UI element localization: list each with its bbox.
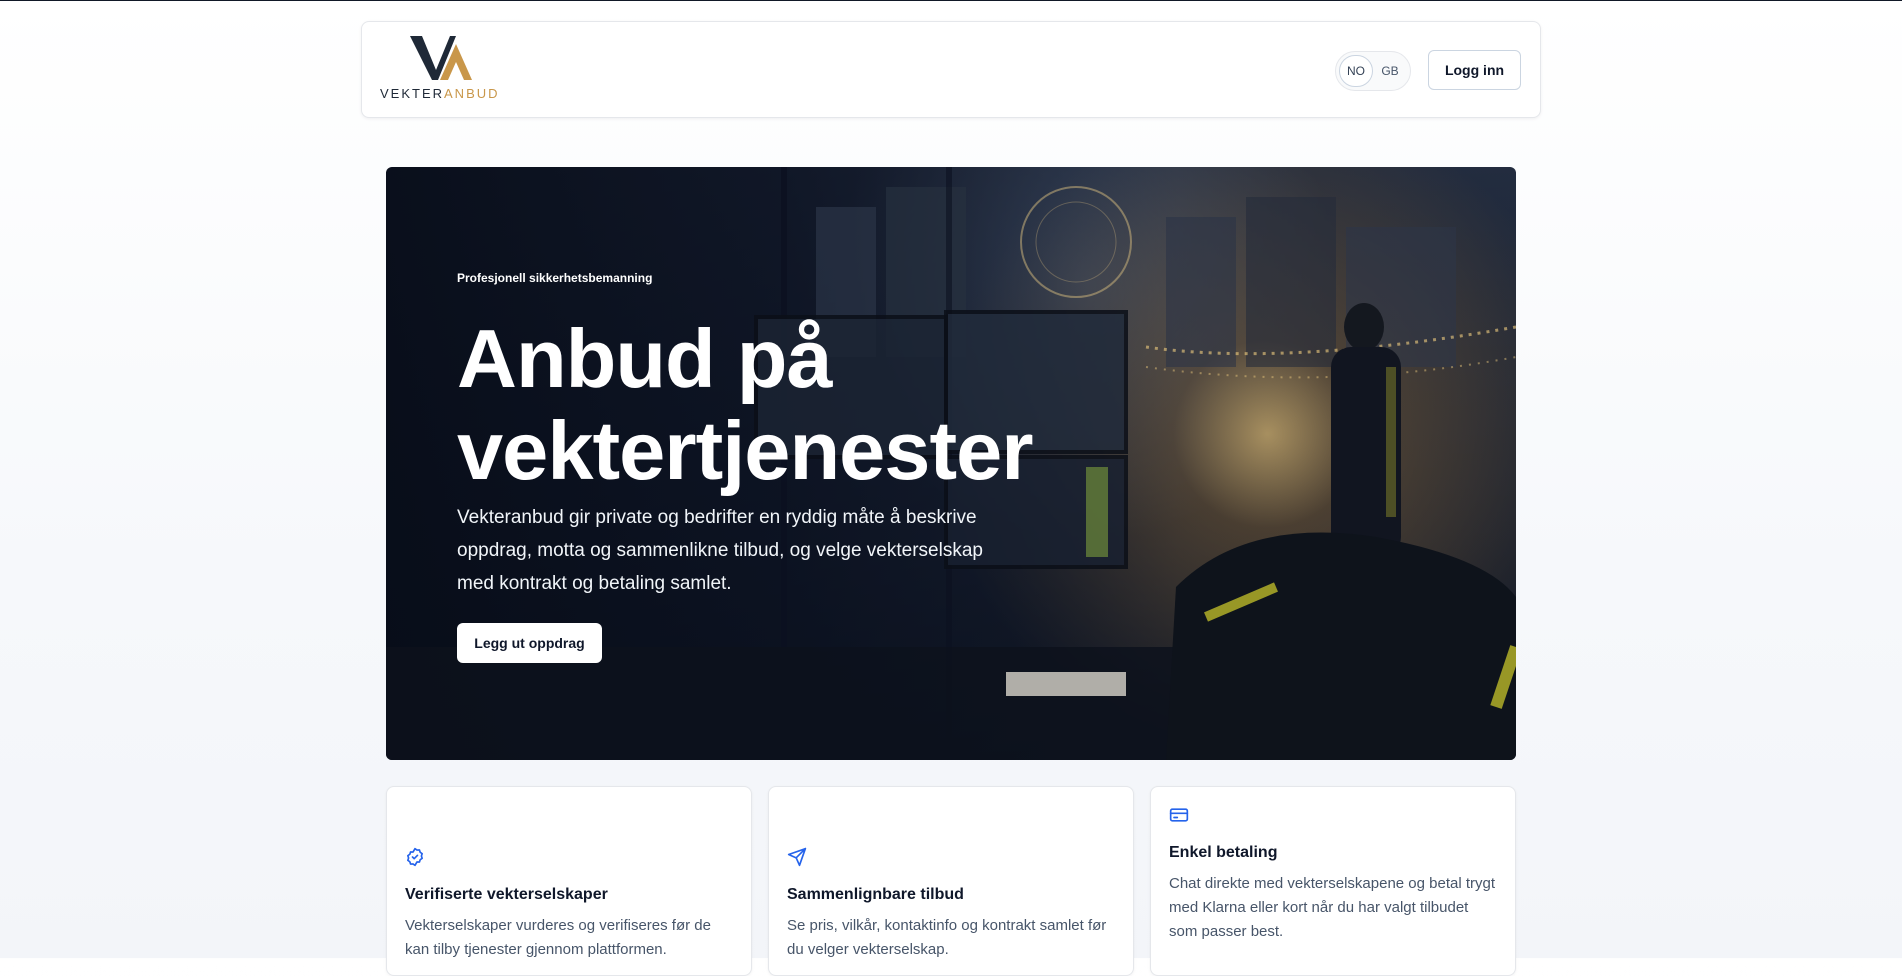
feature-text: Se pris, vilkår, kontaktinfo og kontrakt… [787, 917, 1107, 958]
feature-title: Verifiserte vekterselskaper [405, 886, 608, 903]
language-option-no[interactable]: NO [1339, 55, 1373, 87]
hero-banner: Profesjonell sikkerhetsbemanning Anbud p… [386, 167, 1516, 760]
badge-check-icon [407, 847, 423, 867]
send-icon [787, 847, 807, 867]
feature-text: Vekterselskaper vurderes og verifiseres … [405, 917, 711, 958]
feature-title: Sammenlignbare tilbud [787, 886, 964, 903]
top-border [0, 0, 1902, 1]
logo-mark-icon [410, 36, 472, 80]
logo-wordmark: VEKTERANBUD [380, 86, 500, 101]
feature-title: Enkel betaling [1169, 844, 1278, 861]
feature-card-verified: Verifiserte vekterselskaper Vekterselska… [386, 786, 752, 976]
site-header: VEKTERANBUD NO GB Logg inn [361, 21, 1541, 118]
hero-description: Vekteranbud gir private og bedrifter en … [457, 507, 983, 594]
language-option-gb[interactable]: GB [1373, 55, 1407, 87]
language-toggle: NO GB [1335, 51, 1411, 91]
post-assignment-button[interactable]: Legg ut oppdrag [457, 623, 602, 663]
hero-eyebrow: Profesjonell sikkerhetsbemanning [457, 271, 653, 285]
credit-card-icon [1169, 808, 1189, 822]
feature-text: Chat direkte med vekterselskapene og bet… [1169, 875, 1496, 940]
hero-title: Anbud på vektertjenester [457, 312, 1034, 497]
feature-card-payment: Enkel betaling Chat direkte med vekterse… [1150, 786, 1516, 976]
logo[interactable]: VEKTERANBUD [380, 36, 520, 106]
login-button[interactable]: Logg inn [1428, 50, 1521, 90]
feature-card-offers: Sammenlignbare tilbud Se pris, vilkår, k… [768, 786, 1134, 976]
